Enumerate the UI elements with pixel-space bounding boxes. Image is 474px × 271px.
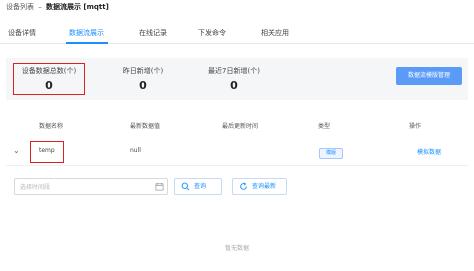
tab-bar: 设备详情 数据流展示 在线记录 下发命令 相关应用 [0, 24, 474, 44]
column-header-latest-value: 最新数据值 [130, 123, 161, 130]
template-management-button[interactable]: 数据流模版管理 [396, 67, 462, 85]
empty-state-text: 暂无数据 [224, 245, 249, 252]
breadcrumb-parent[interactable]: 设备列表 [6, 3, 34, 11]
stat-yesterday-label: 昨日新增(个) [122, 67, 164, 75]
tab-device-details[interactable]: 设备详情 [8, 28, 36, 38]
tab-data-stream[interactable]: 数据流展示 [69, 28, 104, 38]
type-badge: 模版 [319, 148, 343, 159]
tab-send-command[interactable]: 下发命令 [198, 28, 226, 38]
date-range-picker[interactable] [14, 178, 168, 195]
breadcrumb-current: 数据流展示 [mqtt] [45, 3, 109, 11]
refresh-latest-button[interactable]: 查询最新 [232, 178, 287, 195]
total-data-highlight [13, 63, 85, 95]
chevron-down-icon[interactable]: ⌄ [13, 147, 20, 155]
breadcrumb: 设备列表 – 数据流展示 [mqtt] [6, 2, 109, 12]
query-button[interactable]: 查询 [174, 178, 222, 195]
stat-yesterday: 昨日新增(个) 0 [110, 67, 176, 93]
search-icon [181, 182, 190, 191]
active-tab-indicator [66, 42, 108, 44]
stat-last-7-days-value: 0 [230, 79, 238, 92]
stat-yesterday-value: 0 [139, 79, 147, 92]
calendar-icon [155, 182, 164, 191]
breadcrumb-separator: – [38, 3, 42, 11]
table-header: 数据名称 最新数据值 最后更新时间 类型 操作 [6, 121, 468, 133]
data-name-highlight [30, 141, 64, 163]
table-row: ⌄ temp null 模版 模拟数据 [6, 136, 468, 166]
column-header-name: 数据名称 [39, 123, 64, 130]
column-header-updated-at: 最后更新时间 [222, 123, 259, 130]
simulate-data-link[interactable]: 模拟数据 [417, 149, 441, 157]
column-header-type: 类型 [318, 123, 331, 130]
tab-related-apps[interactable]: 相关应用 [261, 28, 289, 38]
date-range-input[interactable] [20, 181, 150, 193]
stat-last-7-days-label: 最近7日新增(个) [208, 67, 260, 75]
refresh-icon [240, 182, 247, 190]
stat-last-7-days: 最近7日新增(个) 0 [194, 67, 274, 93]
cell-latest-value: null [130, 147, 141, 154]
refresh-latest-label: 查询最新 [252, 183, 277, 190]
tab-online-records[interactable]: 在线记录 [139, 28, 167, 38]
column-header-actions: 操作 [409, 123, 422, 130]
query-button-label: 查询 [194, 183, 207, 190]
